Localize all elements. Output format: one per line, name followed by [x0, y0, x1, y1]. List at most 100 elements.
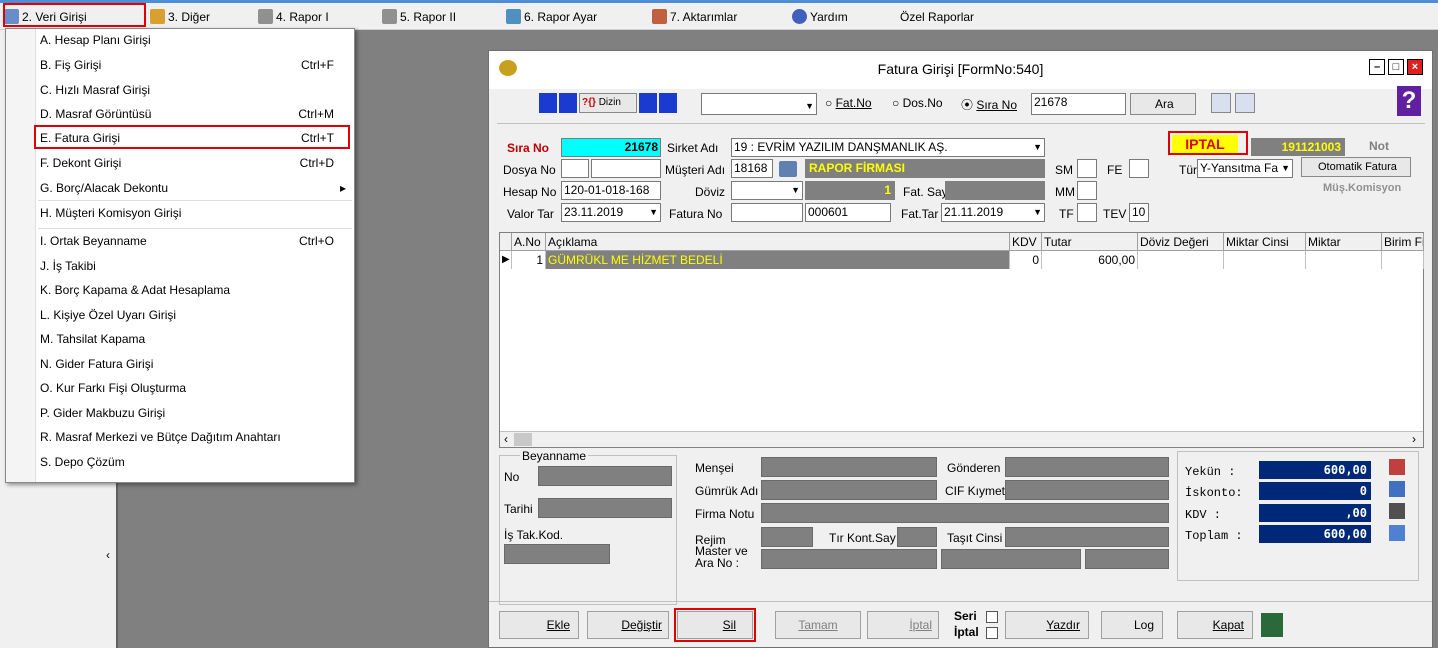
tamam-button[interactable]: Tamam: [775, 611, 861, 639]
cell-miktar[interactable]: [1306, 251, 1382, 269]
faturano-seri[interactable]: [731, 203, 803, 222]
col-doviz-degeri[interactable]: Döviz Değeri: [1138, 233, 1224, 251]
col-miktar-cinsi[interactable]: Miktar Cinsi: [1224, 233, 1306, 251]
mus-komisyon-button[interactable]: Müş.Komisyon: [1301, 179, 1411, 199]
otomatik-fatura-button[interactable]: Otomatik Fatura: [1301, 157, 1411, 177]
radio-dosno[interactable]: ○ Dos.No: [892, 96, 943, 110]
search-input[interactable]: 21678: [1031, 93, 1126, 115]
kapat-button[interactable]: Kapat: [1177, 611, 1253, 639]
menu-item[interactable]: B. Fiş Girişi Ctrl+F: [38, 54, 352, 77]
valor-date[interactable]: 23.11.2019 ▼: [561, 203, 661, 222]
col-birim-fiyat[interactable]: Birim Fiya: [1382, 233, 1424, 251]
ekle-button[interactable]: Ekle: [499, 611, 579, 639]
dizin-button[interactable]: ?{} Dizin: [579, 93, 637, 113]
cell-aciklama[interactable]: GÜMRÜKL ME HİZMET BEDELİ: [546, 251, 1010, 269]
hesap-field[interactable]: 120-01-018-168: [561, 181, 661, 200]
col-ano[interactable]: A.No: [512, 233, 546, 251]
degistir-button[interactable]: Değiştir: [587, 611, 669, 639]
menu-rapor-ayar[interactable]: 6. Rapor Ayar: [506, 7, 597, 27]
collapse-arrow-icon[interactable]: ‹: [106, 548, 110, 562]
prev-record-icon[interactable]: [559, 93, 577, 113]
sira-no-field[interactable]: 21678: [561, 138, 661, 157]
fattar-date[interactable]: 21.11.2019 ▼: [941, 203, 1045, 222]
tf-field[interactable]: [1077, 203, 1097, 222]
iptal-checkbox[interactable]: [986, 627, 998, 639]
col-miktar[interactable]: Miktar: [1306, 233, 1382, 251]
menu-item[interactable]: P. Gider Makbuzu Girişi: [38, 402, 352, 425]
cell-ano[interactable]: 1: [512, 251, 546, 269]
edit-document-icon[interactable]: [1389, 481, 1405, 497]
menu-yardim[interactable]: Yardım: [792, 7, 848, 27]
kapat-label: Kapat: [1212, 618, 1244, 632]
col-tutar[interactable]: Tutar: [1042, 233, 1138, 251]
minimize-icon[interactable]: –: [1369, 59, 1385, 75]
dosya-field-1[interactable]: [561, 159, 589, 178]
menu-rapor-2[interactable]: 5. Rapor II: [382, 7, 456, 27]
tev-field[interactable]: 10: [1129, 203, 1149, 222]
col-kdv[interactable]: KDV: [1010, 233, 1042, 251]
sm-field[interactable]: [1077, 159, 1097, 178]
printer-small-icon[interactable]: [779, 161, 797, 177]
menu-item[interactable]: F. Dekont Girişi Ctrl+D: [38, 152, 352, 175]
cell-miktar-cinsi[interactable]: [1224, 251, 1306, 269]
seri-checkbox[interactable]: [986, 611, 998, 623]
print-icon[interactable]: [1389, 503, 1405, 519]
menu-item[interactable]: M. Tahsilat Kapama: [38, 328, 352, 351]
log-button[interactable]: Log: [1101, 611, 1163, 639]
mm-field[interactable]: [1077, 181, 1097, 200]
menu-item[interactable]: C. Hızlı Masraf Girişi: [38, 79, 352, 102]
dosya-field-2[interactable]: [591, 159, 661, 178]
musteri-kod-field[interactable]: 18168: [731, 159, 773, 178]
tur-combo[interactable]: Y-Yansıtma Fa ▼: [1197, 159, 1293, 178]
cell-doviz-degeri[interactable]: [1138, 251, 1224, 269]
menu-label: 7. Aktarımlar: [670, 10, 738, 24]
menu-item[interactable]: J. İş Takibi: [38, 255, 352, 278]
horizontal-scrollbar[interactable]: ‹ ›: [500, 431, 1423, 447]
menu-item[interactable]: S. Depo Çözüm: [38, 451, 352, 474]
copy-icon[interactable]: [1211, 93, 1231, 113]
iptal-button[interactable]: İptal: [867, 611, 939, 639]
sirket-combo[interactable]: 19 : EVRİM YAZILIM DANŞMANLIK AŞ. ▼: [731, 138, 1045, 157]
menu-aktarimlar[interactable]: 7. Aktarımlar: [652, 7, 737, 27]
help-button[interactable]: ?: [1397, 86, 1421, 116]
menu-item[interactable]: N. Gider Fatura Girişi: [38, 353, 352, 376]
fatura-grid[interactable]: A.No Açıklama KDV Tutar Döviz Değeri Mik…: [499, 232, 1424, 448]
cell-tutar[interactable]: 600,00: [1042, 251, 1138, 269]
menu-item[interactable]: G. Borç/Alacak Dekontu ▸: [38, 177, 352, 200]
radio-fatno[interactable]: ○ Fat.No: [825, 96, 872, 110]
add-document-icon[interactable]: [1389, 459, 1405, 475]
yazdir-button[interactable]: Yazdır: [1005, 611, 1089, 639]
fatsay-label: Fat. Say: [903, 185, 948, 199]
radio-sirano[interactable]: ⦿ Sıra No: [961, 96, 1017, 113]
menu-item[interactable]: A. Hesap Planı Girişi: [38, 29, 352, 52]
copy-document-icon[interactable]: [1389, 525, 1405, 541]
scroll-right-icon[interactable]: ›: [1412, 432, 1416, 446]
menu-diger[interactable]: 3. Diğer: [150, 7, 210, 27]
menu-item[interactable]: D. Masraf Görüntüsü Ctrl+M: [38, 103, 352, 126]
menu-ozel-raporlar[interactable]: Özel Raporlar: [882, 7, 974, 27]
filter-combo[interactable]: ▼: [701, 93, 817, 115]
close-icon[interactable]: ×: [1407, 59, 1423, 75]
col-aciklama[interactable]: Açıklama: [546, 233, 1010, 251]
scroll-thumb[interactable]: [514, 433, 532, 446]
menu-item[interactable]: H. Müşteri Komisyon Girişi: [38, 202, 352, 225]
menu-rapor-1[interactable]: 4. Rapor I: [258, 7, 329, 27]
doviz-combo[interactable]: ▼: [731, 181, 803, 200]
menu-item[interactable]: R. Masraf Merkezi ve Bütçe Dağıtım Anaht…: [38, 426, 352, 449]
scroll-left-icon[interactable]: ‹: [504, 432, 508, 446]
next-record-icon[interactable]: [639, 93, 657, 113]
menu-item[interactable]: L. Kişiye Özel Uyarı Girişi: [38, 304, 352, 327]
fe-field[interactable]: [1129, 159, 1149, 178]
maximize-icon[interactable]: □: [1388, 59, 1404, 75]
cell-kdv[interactable]: 0: [1010, 251, 1042, 269]
menu-item[interactable]: O. Kur Farkı Fişi Oluşturma: [38, 377, 352, 400]
menu-item[interactable]: K. Borç Kapama & Adat Hesaplama: [38, 279, 352, 302]
faturano-field[interactable]: 000601: [805, 203, 891, 222]
menu-item[interactable]: I. Ortak Beyanname Ctrl+O: [38, 230, 352, 253]
first-record-icon[interactable]: [539, 93, 557, 113]
paste-icon[interactable]: [1235, 93, 1255, 113]
calculator-icon[interactable]: [1261, 613, 1283, 637]
cell-birim-fiyat[interactable]: [1382, 251, 1424, 269]
ara-button[interactable]: Ara: [1130, 93, 1196, 115]
last-record-icon[interactable]: [659, 93, 677, 113]
